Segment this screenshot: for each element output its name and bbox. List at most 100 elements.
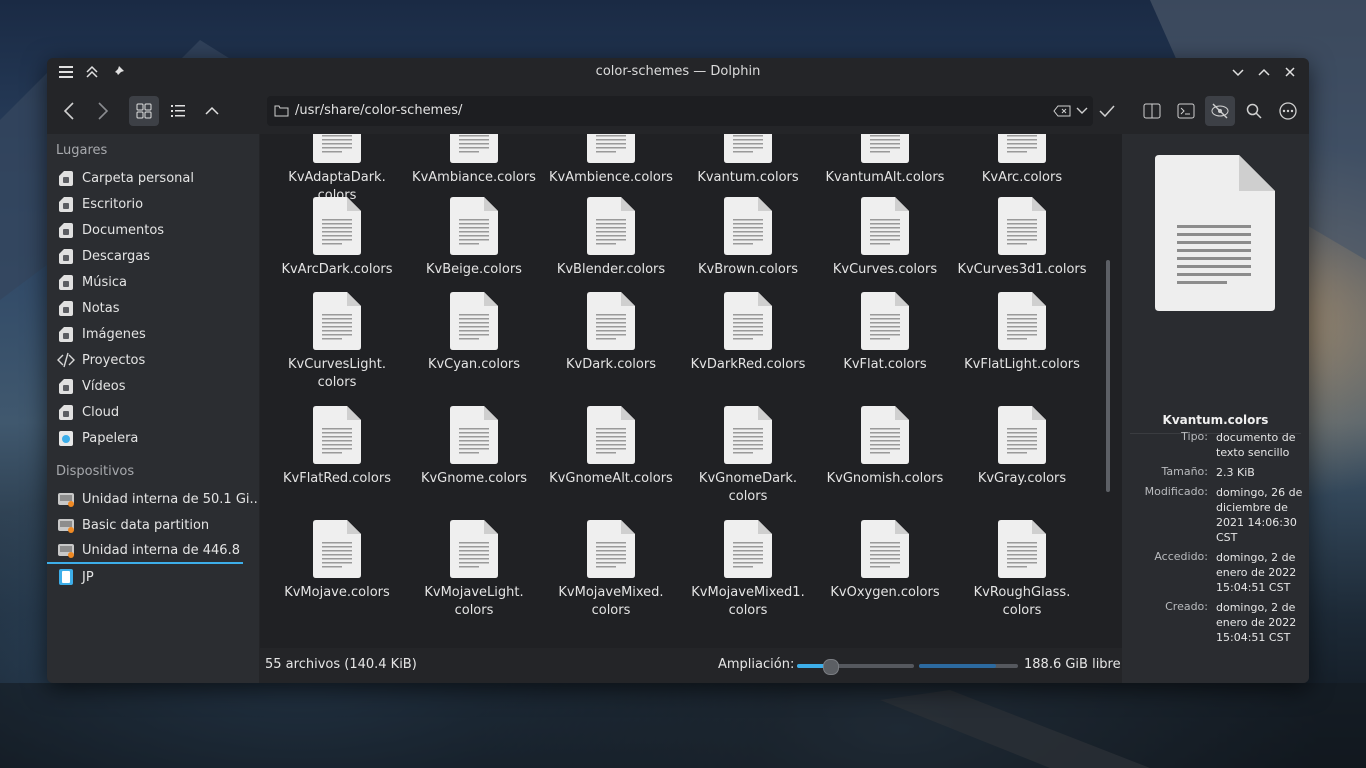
text-file-icon xyxy=(681,134,815,163)
file-item[interactable]: KvFlatLight.colors xyxy=(955,292,1089,374)
sidebar-item[interactable]: Imágenes xyxy=(47,321,259,347)
file-item[interactable]: KvGnomeAlt.colors xyxy=(544,406,678,488)
sidebar-item[interactable]: Música xyxy=(47,269,259,295)
downloads-folder-icon xyxy=(57,247,75,265)
file-name-label: KvCurvesLight. colors xyxy=(288,357,386,390)
maximize-icon[interactable] xyxy=(1255,63,1273,81)
text-file-icon xyxy=(270,292,404,350)
file-item[interactable]: KvArc.colors xyxy=(955,134,1089,187)
file-item[interactable]: KvCurves3d1.colors xyxy=(955,197,1089,279)
file-name-label: KvMojaveMixed. colors xyxy=(558,585,664,618)
file-item[interactable]: KvMojaveLight. colors xyxy=(407,520,541,620)
zoom-slider[interactable] xyxy=(797,659,914,675)
text-file-icon xyxy=(955,134,1089,163)
zoom-slider-handle[interactable] xyxy=(822,659,839,675)
info-row: Tamaño: 2.3 KiB xyxy=(1128,465,1306,480)
file-name-label: KvFlat.colors xyxy=(843,357,927,372)
disk-space-bar xyxy=(919,664,1018,668)
minimize-icon[interactable] xyxy=(1229,63,1247,81)
sidebar-item-label: Escritorio xyxy=(82,196,144,212)
confirm-location-button[interactable] xyxy=(1092,96,1122,126)
file-item[interactable]: KvBeige.colors xyxy=(407,197,541,279)
terminal-button[interactable] xyxy=(1171,96,1201,126)
details-view-button[interactable] xyxy=(163,96,193,126)
split-view-button[interactable] xyxy=(1137,96,1167,126)
sidebar-item[interactable]: Escritorio xyxy=(47,191,259,217)
file-name-label: KvGnomeDark. colors xyxy=(698,471,798,504)
sidebar-item[interactable]: Notas xyxy=(47,295,259,321)
scrollbar[interactable] xyxy=(1106,260,1110,492)
hide-preview-button[interactable] xyxy=(1205,96,1235,126)
go-up-button[interactable] xyxy=(197,96,227,126)
chevron-down-icon[interactable] xyxy=(1076,107,1088,115)
file-item[interactable]: KvGnome.colors xyxy=(407,406,541,488)
file-item[interactable]: KvOxygen.colors xyxy=(818,520,952,602)
pin-icon[interactable] xyxy=(109,63,127,81)
sidebar-device-item[interactable]: Unidad interna de 50.1 Gi... xyxy=(47,486,259,512)
text-file-icon xyxy=(818,406,952,464)
file-item[interactable]: KvGnomish.colors xyxy=(818,406,952,488)
file-name-label: KvBrown.colors xyxy=(698,262,798,277)
file-item[interactable]: KvMojaveMixed. colors xyxy=(544,520,678,620)
file-item[interactable]: KvCurves.colors xyxy=(818,197,952,279)
file-item[interactable]: KvDarkRed.colors xyxy=(681,292,815,374)
file-item[interactable]: KvGnomeDark. colors xyxy=(681,406,815,506)
file-item[interactable]: KvMojave.colors xyxy=(270,520,404,602)
text-file-icon xyxy=(955,197,1089,255)
location-path[interactable]: /usr/share/color-schemes/ xyxy=(295,103,462,118)
file-item[interactable]: KvMojaveMixed1. colors xyxy=(681,520,815,620)
more-options-button[interactable] xyxy=(1273,96,1303,126)
file-item[interactable]: KvFlatRed.colors xyxy=(270,406,404,488)
info-value: domingo, 2 de enero de 2022 15:04:51 CST xyxy=(1216,551,1297,594)
search-button[interactable] xyxy=(1239,96,1269,126)
file-item[interactable]: KvCurvesLight. colors xyxy=(270,292,404,392)
list-view-icon xyxy=(171,105,185,117)
sidebar-item[interactable]: Vídeos xyxy=(47,373,259,399)
grid-view-icon xyxy=(136,103,152,119)
sidebar-device-item[interactable]: JP xyxy=(47,564,259,590)
icons-view-button[interactable] xyxy=(129,96,159,126)
text-file-icon xyxy=(407,134,541,163)
file-item[interactable]: Kvantum.colors xyxy=(681,134,815,187)
file-item[interactable]: KvBrown.colors xyxy=(681,197,815,279)
text-file-icon xyxy=(407,520,541,578)
sidebar-item[interactable]: Descargas xyxy=(47,243,259,269)
sidebar-device-item[interactable]: Basic data partition xyxy=(47,512,259,538)
back-button[interactable] xyxy=(55,96,85,126)
info-row: Accedido: domingo, 2 de enero de 2022 15:… xyxy=(1128,550,1306,595)
file-item[interactable]: KvantumAlt.colors xyxy=(818,134,952,187)
location-bar[interactable]: /usr/share/color-schemes/ xyxy=(267,96,1093,126)
file-item[interactable]: KvAmbiance.colors xyxy=(407,134,541,187)
close-icon[interactable] xyxy=(1281,63,1299,81)
sidebar-item[interactable]: Cloud xyxy=(47,399,259,425)
sidebar-item[interactable]: Documentos xyxy=(47,217,259,243)
file-name-label: KvBeige.colors xyxy=(426,262,522,277)
sidebar-device-item[interactable]: Unidad interna de 446.8 ... xyxy=(47,538,243,564)
sidebar-item-label: Imágenes xyxy=(82,326,146,342)
status-file-count: 55 archivos (140.4 KiB) xyxy=(265,657,417,672)
file-item[interactable]: KvRoughGlass. colors xyxy=(955,520,1089,620)
file-item[interactable]: KvAdaptaDark. colors xyxy=(270,134,404,205)
clear-text-icon[interactable] xyxy=(1053,105,1071,117)
text-file-icon xyxy=(818,520,952,578)
sidebar-device-item-label: Unidad interna de 50.1 Gi... xyxy=(82,491,259,507)
file-item[interactable]: KvFlat.colors xyxy=(818,292,952,374)
sidebar-item-label: Papelera xyxy=(82,430,139,446)
forward-button[interactable] xyxy=(87,96,117,126)
text-file-icon xyxy=(681,197,815,255)
file-name-label: KvFlatLight.colors xyxy=(964,357,1080,372)
file-item[interactable]: KvAmbience.colors xyxy=(544,134,678,187)
file-view[interactable]: KvAdaptaDark. colors KvAmbiance.colors KvA… xyxy=(260,134,1122,648)
file-item[interactable]: KvBlender.colors xyxy=(544,197,678,279)
hamburger-menu-icon[interactable] xyxy=(57,63,75,81)
file-item[interactable]: KvArcDark.colors xyxy=(270,197,404,279)
info-value: documento de texto sencillo xyxy=(1216,431,1296,459)
file-item[interactable]: KvDark.colors xyxy=(544,292,678,374)
keep-above-icon[interactable] xyxy=(83,63,101,81)
sidebar-item[interactable]: Carpeta personal xyxy=(47,165,259,191)
sidebar-item[interactable]: Papelera xyxy=(47,425,259,451)
file-item[interactable]: KvGray.colors xyxy=(955,406,1089,488)
file-item[interactable]: KvCyan.colors xyxy=(407,292,541,374)
sidebar-item[interactable]: Proyectos xyxy=(47,347,259,373)
devices-section-label: Dispositivos xyxy=(56,464,135,479)
